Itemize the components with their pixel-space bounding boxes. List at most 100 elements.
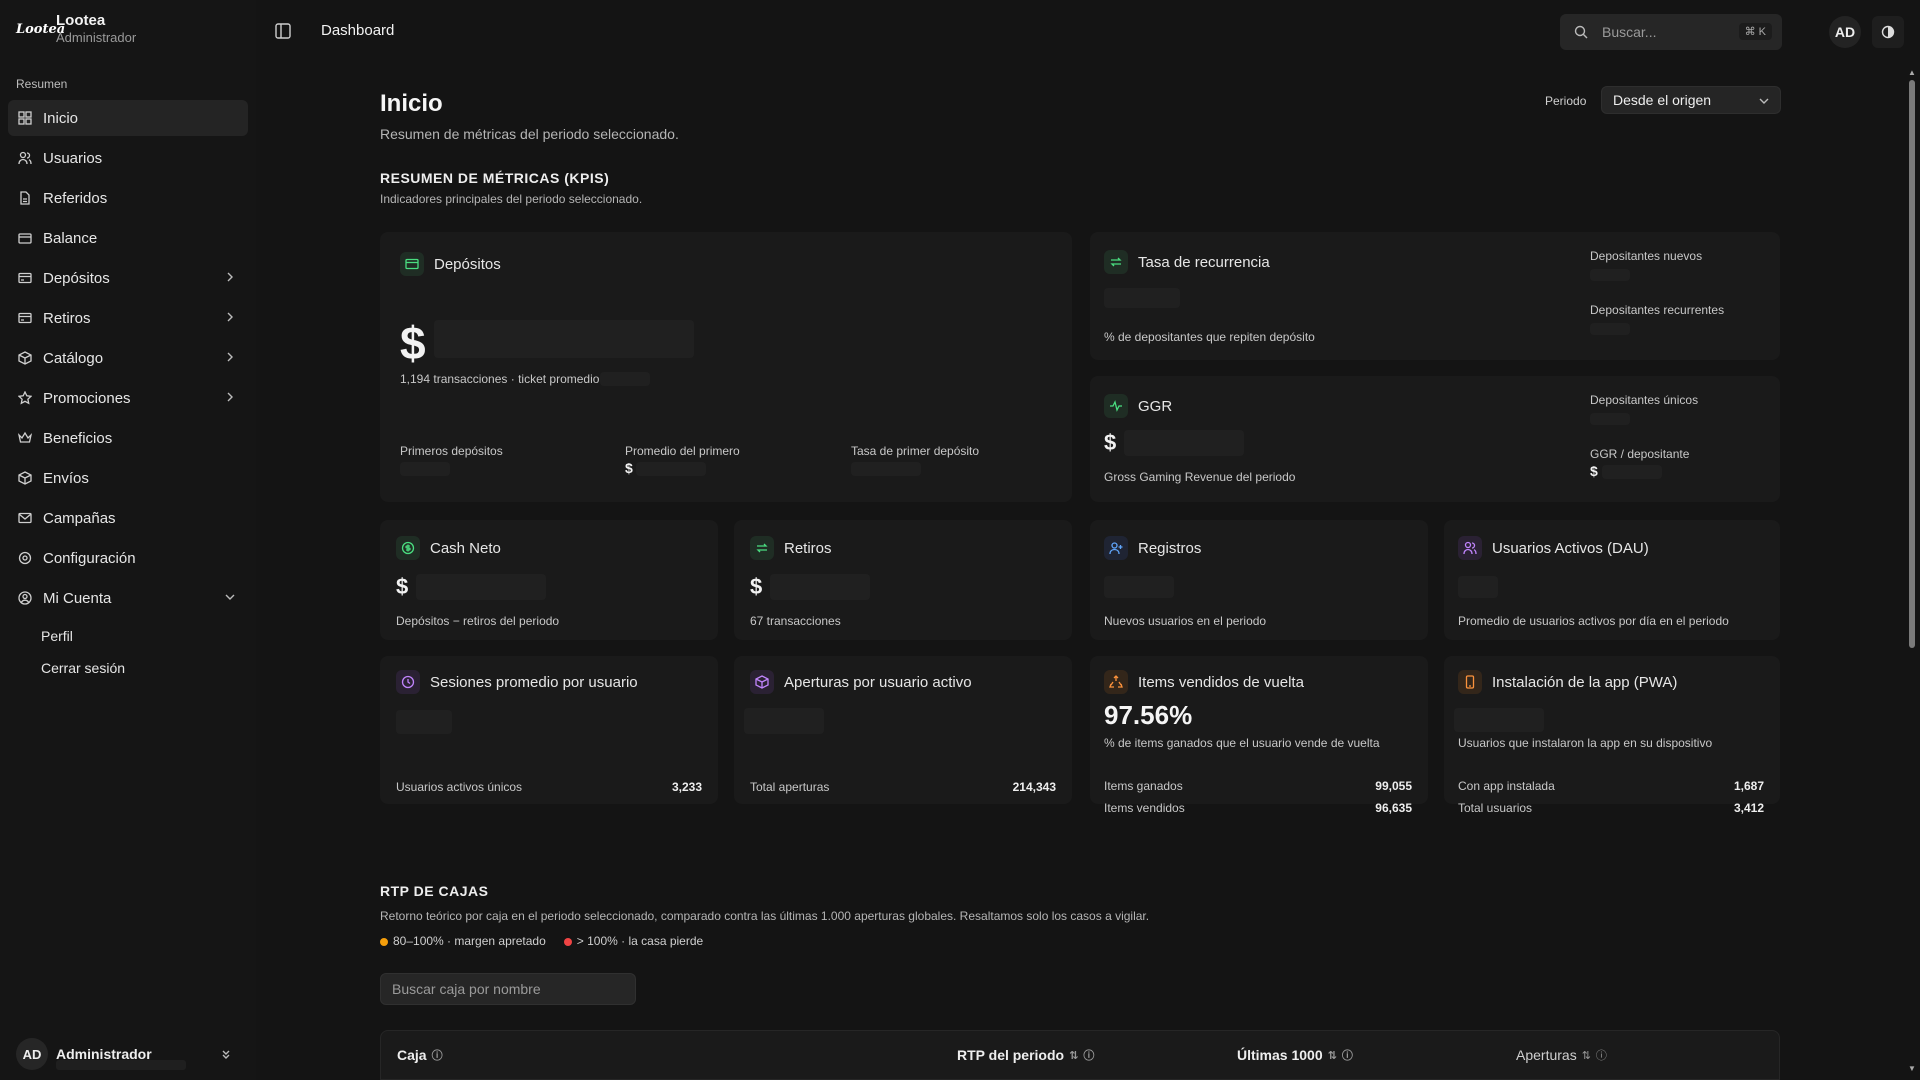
sidebar-item-label: Mi Cuenta [43, 589, 112, 607]
gear-icon [18, 551, 32, 565]
kpi-card-depositos: Depósitos $ 1,194 transacciones · ticket… [380, 232, 1072, 502]
sidebar-item-retiros[interactable]: Retiros [8, 300, 248, 336]
kpi-card-dau: Usuarios Activos (DAU) Promedio de usuar… [1444, 520, 1780, 640]
column-ultimas-1000[interactable]: Últimas 1000 ⇅ ⓘ [1237, 1047, 1353, 1063]
value-placeholder [851, 462, 921, 476]
card-title: Cash Neto [430, 539, 501, 557]
value-placeholder [600, 372, 650, 386]
scroll-thumb[interactable] [1909, 80, 1915, 648]
package-icon [18, 471, 32, 485]
kpi-card-cash-neto: Cash Neto $ Depósitos − retiros del peri… [380, 520, 718, 640]
sidebar-item-promociones[interactable]: Promociones [8, 380, 248, 416]
sidebar-item-envios[interactable]: Envíos [8, 460, 248, 496]
period-select[interactable]: Desde el origen [1601, 86, 1781, 114]
box-icon [18, 351, 32, 365]
kpi-card-retiros: Retiros $ 67 transacciones [734, 520, 1072, 640]
sidebar-item-mi-cuenta[interactable]: Mi Cuenta [8, 580, 248, 616]
sidebar-subitem-perfil[interactable]: Perfil [8, 620, 248, 652]
smartphone-icon [1458, 670, 1482, 694]
sidebar-item-balance[interactable]: Balance [8, 220, 248, 256]
sidebar-item-label: Promociones [43, 389, 131, 407]
card-icon [18, 311, 32, 325]
sort-icon[interactable]: ⇅ [1069, 1049, 1078, 1062]
info-icon[interactable]: ⓘ [1083, 1047, 1094, 1063]
sort-icon[interactable]: ⇅ [1328, 1049, 1337, 1062]
sidebar-item-label: Referidos [43, 189, 108, 207]
value-placeholder [1454, 708, 1544, 732]
sidebar-item-label: Campañas [43, 509, 116, 527]
recycle-icon [1104, 670, 1128, 694]
rtp-table-header: Caja ⓘ RTP del periodo ⇅ ⓘ Últimas 1000 ⇅ ⓘ A… [380, 1030, 1780, 1080]
legend-label: > 100% · la casa pierde [576, 934, 704, 948]
global-search[interactable]: ⌘ K [1560, 14, 1782, 50]
period-label: Periodo [1545, 94, 1587, 108]
rtp-section-title: RTP DE CAJAS [380, 883, 489, 899]
chevron-down-icon [225, 594, 235, 600]
info-icon[interactable]: ⓘ [1342, 1047, 1353, 1063]
column-aperturas[interactable]: Aperturas ⇅ ⓘ [1516, 1047, 1607, 1063]
search-input[interactable] [1602, 24, 1742, 40]
value-placeholder [434, 320, 694, 358]
stat-label: Con app instalada [1458, 779, 1555, 793]
chevron-updown-icon [222, 1050, 230, 1059]
kpi-value: 97.56% [1104, 700, 1193, 730]
kpi-card-pwa: Instalación de la app (PWA) Usuarios que… [1444, 656, 1780, 815]
card-title: Retiros [784, 539, 832, 557]
users-icon [18, 151, 32, 165]
sidebar-item-campanas[interactable]: Campañas [8, 500, 248, 536]
value-placeholder [744, 708, 824, 734]
card-title: Instalación de la app (PWA) [1492, 673, 1678, 691]
stat-label: Items vendidos [1104, 801, 1185, 815]
currency-symbol: $ [396, 574, 409, 599]
card-description: Usuarios que instalaron la app en su dis… [1458, 736, 1713, 750]
sidebar-user-menu[interactable]: AD Administrador [16, 1036, 240, 1072]
stat-value: 96,635 [1375, 801, 1412, 815]
column-label: RTP del periodo [957, 1047, 1065, 1063]
users-icon [1458, 536, 1482, 560]
mail-icon [18, 511, 32, 525]
sidebar-item-catalogo[interactable]: Catálogo [8, 340, 248, 376]
sidebar-item-label: Retiros [43, 309, 91, 327]
theme-toggle-button[interactable] [1872, 16, 1904, 48]
scroll-down-icon[interactable]: ▼ [1908, 1064, 1916, 1073]
box-search-input[interactable] [392, 974, 635, 1004]
box-search-field[interactable] [380, 973, 636, 1005]
sidebar-item-label: Configuración [43, 549, 136, 567]
stat-label: Total aperturas [750, 780, 830, 794]
search-shortcut: ⌘ K [1738, 23, 1772, 40]
brand-logo: Lootea [16, 21, 66, 37]
sidebar-item-configuracion[interactable]: Configuración [8, 540, 248, 576]
sidebar-item-referidos[interactable]: Referidos [8, 180, 248, 216]
column-rtp-periodo[interactable]: RTP del periodo ⇅ ⓘ [957, 1047, 1094, 1063]
info-icon[interactable]: ⓘ [1596, 1047, 1607, 1063]
page-scrollbar[interactable]: ▲ ▼ [1906, 64, 1918, 1080]
sidebar-item-usuarios[interactable]: Usuarios [8, 140, 248, 176]
sidebar-item-label: Balance [43, 229, 98, 247]
sidebar: Lootea Lootea Administrador Resumen Inic… [0, 0, 256, 1080]
kpi-card-items-vendidos: Items vendidos de vuelta 97.56% % de ite… [1090, 656, 1428, 815]
sort-icon[interactable]: ⇅ [1582, 1049, 1591, 1062]
scroll-up-icon[interactable]: ▲ [1908, 68, 1916, 77]
card-icon [400, 252, 424, 276]
avatar: AD [16, 1038, 48, 1070]
avatar[interactable]: AD [1829, 16, 1861, 48]
contrast-icon [1881, 25, 1895, 39]
sidebar-item-depositos[interactable]: Depósitos [8, 260, 248, 296]
column-caja[interactable]: Caja ⓘ [397, 1047, 443, 1063]
search-icon [1574, 25, 1588, 39]
sidebar-item-beneficios[interactable]: Beneficios [8, 420, 248, 456]
card-description: % de items ganados que el usuario vende … [1104, 736, 1380, 750]
info-icon[interactable]: ⓘ [432, 1047, 443, 1063]
sidebar-item-inicio[interactable]: Inicio [8, 100, 248, 136]
sidebar-subitem-cerrar-sesion[interactable]: Cerrar sesión [8, 652, 248, 684]
topbar: Dashboard ⌘ K AD [256, 0, 1920, 64]
breadcrumb: Dashboard [321, 22, 395, 39]
brand[interactable]: Lootea Lootea Administrador [16, 12, 136, 46]
chevron-right-icon [227, 352, 233, 362]
value-placeholder [416, 574, 546, 600]
value-placeholder [770, 574, 870, 600]
kpi-card-aperturas: Aperturas por usuario activo Total apert… [734, 656, 1072, 804]
chevron-right-icon [227, 312, 233, 322]
currency-symbol: $ [1590, 463, 1598, 479]
sidebar-toggle-icon[interactable] [274, 22, 292, 40]
